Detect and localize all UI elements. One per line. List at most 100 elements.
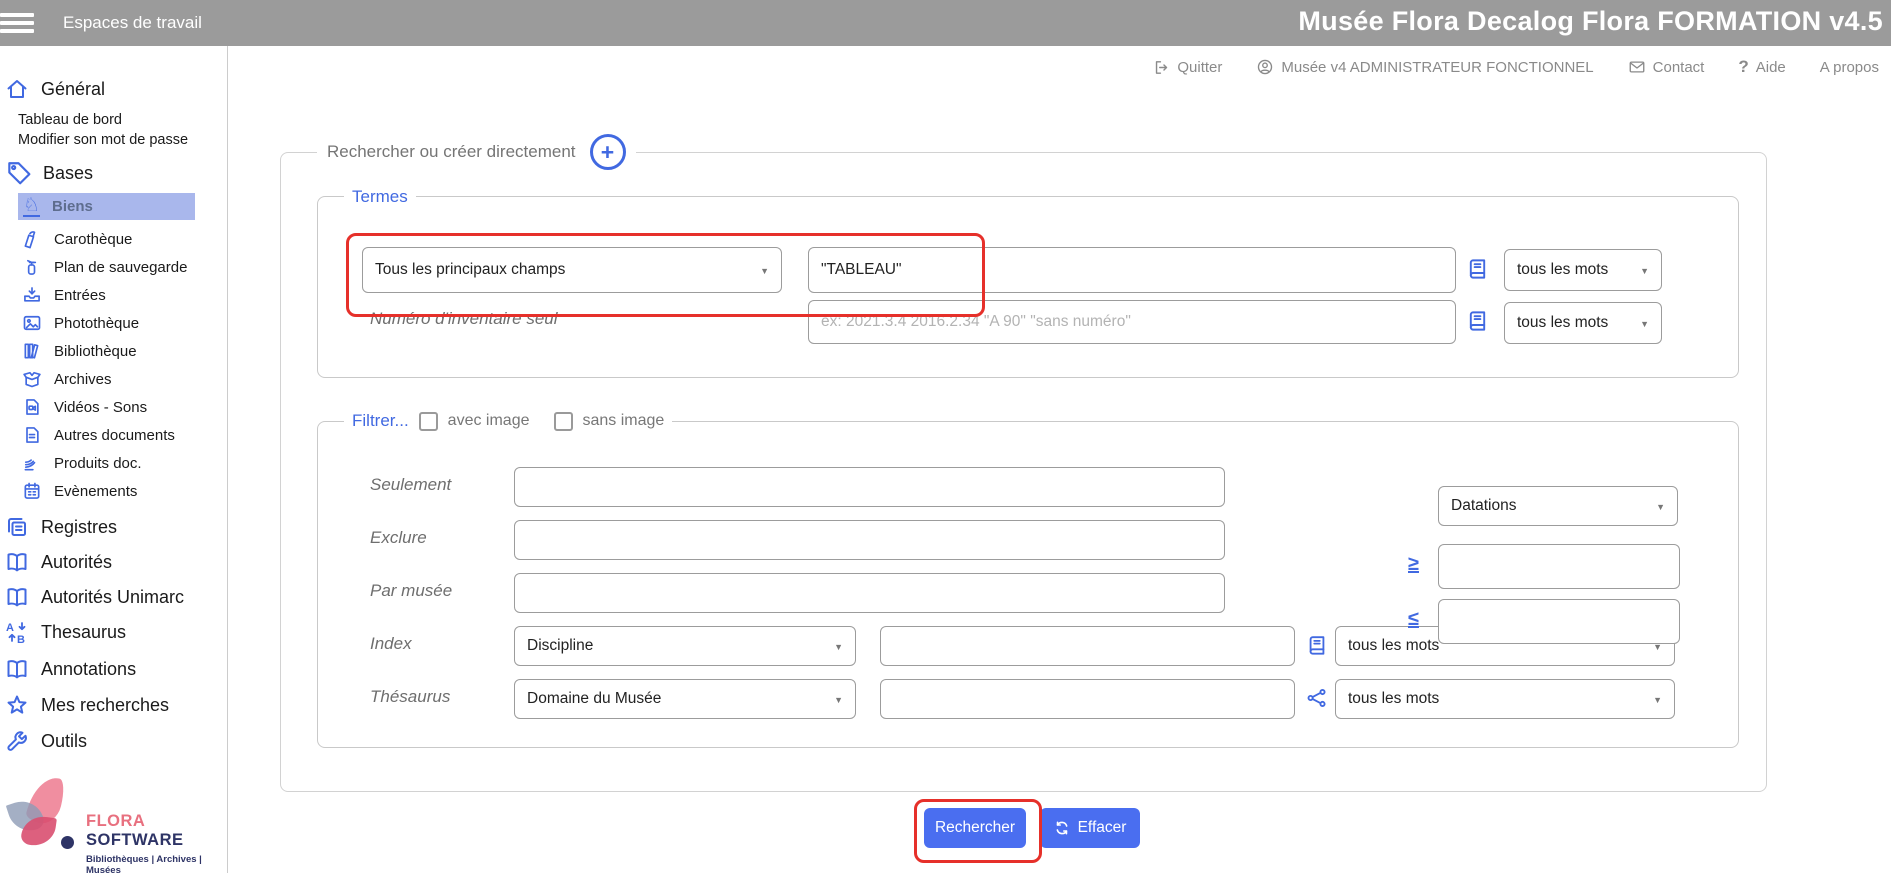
sidebar-label: Mes recherches bbox=[41, 695, 169, 716]
clear-button[interactable]: Effacer bbox=[1040, 808, 1140, 848]
search-button[interactable]: Rechercher bbox=[924, 808, 1026, 848]
index-select-dropdown[interactable]: Discipline bbox=[514, 626, 856, 666]
sidebar-label: Biens bbox=[52, 198, 93, 215]
sidebar-item-modifier-mot-de-passe[interactable]: Modifier son mot de passe bbox=[18, 130, 188, 150]
by-museum-input[interactable] bbox=[514, 573, 1225, 613]
datations-dropdown[interactable]: Datations bbox=[1438, 486, 1678, 526]
photo-icon bbox=[22, 313, 42, 333]
sidebar-label: Annotations bbox=[41, 659, 136, 680]
thesaurus-input[interactable] bbox=[880, 679, 1295, 719]
sidebar-item-produits-doc[interactable]: Produits doc. bbox=[22, 450, 142, 476]
video-file-icon bbox=[22, 397, 42, 417]
sidebar: Général Tableau de bord Modifier son mot… bbox=[0, 46, 228, 873]
sidebar-item-plan-de-sauvegarde[interactable]: Plan de sauvegarde bbox=[22, 254, 187, 280]
user-icon bbox=[1256, 58, 1274, 76]
star-icon bbox=[5, 693, 29, 717]
sidebar-label: Vidéos - Sons bbox=[54, 399, 147, 416]
sidebar-item-mes-recherches[interactable]: Mes recherches bbox=[5, 690, 169, 720]
index-word-mode-value: tous les mots bbox=[1348, 637, 1439, 655]
filter-fieldset: Filtrer... avec image sans image Seuleme… bbox=[317, 421, 1739, 748]
sidebar-label: Entrées bbox=[54, 287, 106, 304]
exclude-input[interactable] bbox=[514, 520, 1225, 560]
home-icon bbox=[5, 77, 29, 101]
sidebar-item-bibliotheque[interactable]: Bibliothèque bbox=[22, 338, 137, 364]
bust-icon: ♘ bbox=[23, 196, 40, 217]
inbox-icon bbox=[22, 285, 42, 305]
without-image-checkbox[interactable] bbox=[554, 412, 573, 431]
termes-legend: Termes bbox=[352, 187, 408, 207]
sidebar-item-tableau-de-bord[interactable]: Tableau de bord bbox=[18, 110, 122, 130]
panel-legend: Rechercher ou créer directement bbox=[327, 142, 576, 162]
wrench-icon bbox=[5, 729, 29, 753]
thesaurus-word-mode-dropdown[interactable]: tous les mots bbox=[1335, 679, 1675, 719]
brand-tagline: Bibliothèques | Archives | Musées bbox=[86, 854, 221, 873]
sidebar-item-videos-sons[interactable]: Vidéos - Sons bbox=[22, 394, 147, 420]
lookup-list-icon[interactable] bbox=[1466, 309, 1489, 337]
sidebar-label: Tableau de bord bbox=[18, 112, 122, 128]
without-image-label: sans image bbox=[583, 412, 665, 430]
term-word-mode-dropdown[interactable]: tous les mots bbox=[1504, 249, 1662, 291]
field-selector-dropdown[interactable]: Tous les principaux champs bbox=[362, 247, 782, 293]
contact-label: Contact bbox=[1653, 59, 1705, 76]
quit-button[interactable]: Quitter bbox=[1153, 59, 1222, 76]
flora-software-logo: FLORA SOFTWARE Bibliothèques | Archives … bbox=[6, 774, 221, 873]
sidebar-item-phototheque[interactable]: Photothèque bbox=[22, 310, 139, 336]
clear-button-label: Effacer bbox=[1078, 819, 1127, 837]
sidebar-item-thesaurus[interactable]: AB Thesaurus bbox=[5, 617, 126, 647]
help-label: Aide bbox=[1756, 59, 1786, 76]
user-menu[interactable]: Musée v4 ADMINISTRATEUR FONCTIONNEL bbox=[1256, 58, 1593, 76]
sidebar-item-autorites[interactable]: Autorités bbox=[5, 547, 112, 577]
calendar-icon bbox=[22, 481, 42, 501]
help-button[interactable]: ? Aide bbox=[1738, 57, 1785, 77]
lookup-list-icon[interactable] bbox=[1466, 257, 1489, 285]
sidebar-item-outils[interactable]: Outils bbox=[5, 726, 87, 756]
app-header: Espaces de travail Musée Flora Decalog F… bbox=[0, 0, 1891, 46]
date-from-input[interactable] bbox=[1438, 544, 1680, 589]
contact-button[interactable]: Contact bbox=[1628, 58, 1705, 76]
sidebar-item-autres-documents[interactable]: Autres documents bbox=[22, 422, 175, 448]
with-image-checkbox[interactable] bbox=[419, 412, 438, 431]
sidebar-item-biens[interactable]: ♘ Biens bbox=[18, 193, 195, 220]
thesaurus-select-dropdown[interactable]: Domaine du Musée bbox=[514, 679, 856, 719]
workspace-label: Espaces de travail bbox=[63, 13, 202, 33]
sort-ab-icon: AB bbox=[5, 620, 29, 644]
index-label: Index bbox=[370, 634, 412, 654]
inventory-input[interactable] bbox=[808, 300, 1456, 344]
sidebar-label: Autres documents bbox=[54, 427, 175, 444]
sidebar-item-evenements[interactable]: Evènements bbox=[22, 478, 137, 504]
termes-fieldset: Termes Tous les principaux champs tous l… bbox=[317, 196, 1739, 378]
open-book-icon bbox=[5, 550, 29, 574]
paper-fan-icon bbox=[22, 453, 42, 473]
hierarchy-icon[interactable] bbox=[1306, 687, 1328, 714]
sidebar-item-archives[interactable]: Archives bbox=[22, 366, 112, 392]
sidebar-item-annotations[interactable]: Annotations bbox=[5, 654, 136, 684]
open-book-icon bbox=[5, 657, 29, 681]
inventory-word-mode-dropdown[interactable]: tous les mots bbox=[1504, 302, 1662, 344]
sidebar-label: Photothèque bbox=[54, 315, 139, 332]
user-label: Musée v4 ADMINISTRATEUR FONCTIONNEL bbox=[1281, 59, 1593, 76]
sidebar-item-entrees[interactable]: Entrées bbox=[22, 282, 106, 308]
sidebar-item-bases[interactable]: Bases bbox=[5, 158, 93, 188]
lte-operator[interactable]: ≤ bbox=[1408, 608, 1419, 631]
chevron-down-icon bbox=[1632, 261, 1649, 279]
add-record-button[interactable]: + bbox=[590, 134, 626, 170]
quit-label: Quitter bbox=[1177, 59, 1222, 76]
app-title: Musée Flora Decalog Flora FORMATION v4.5 bbox=[1298, 6, 1883, 37]
gte-operator[interactable]: ≥ bbox=[1408, 553, 1419, 576]
sidebar-item-carotheque[interactable]: Carothèque bbox=[22, 226, 132, 252]
term-input[interactable] bbox=[808, 247, 1456, 293]
sidebar-label: Plan de sauvegarde bbox=[54, 259, 187, 276]
hamburger-menu-icon[interactable] bbox=[0, 9, 36, 37]
lookup-list-icon[interactable] bbox=[1306, 634, 1328, 661]
sidebar-label: Général bbox=[41, 79, 105, 100]
about-label: A propos bbox=[1820, 59, 1879, 76]
index-input[interactable] bbox=[880, 626, 1295, 666]
sidebar-label: Autorités bbox=[41, 552, 112, 573]
only-input[interactable] bbox=[514, 467, 1225, 507]
date-to-input[interactable] bbox=[1438, 599, 1680, 644]
about-button[interactable]: A propos bbox=[1820, 59, 1879, 76]
sidebar-item-general[interactable]: Général bbox=[5, 74, 105, 104]
sidebar-item-autorites-unimarc[interactable]: Autorités Unimarc bbox=[5, 582, 184, 612]
chevron-down-icon bbox=[1648, 497, 1665, 515]
sidebar-item-registres[interactable]: Registres bbox=[5, 512, 117, 542]
